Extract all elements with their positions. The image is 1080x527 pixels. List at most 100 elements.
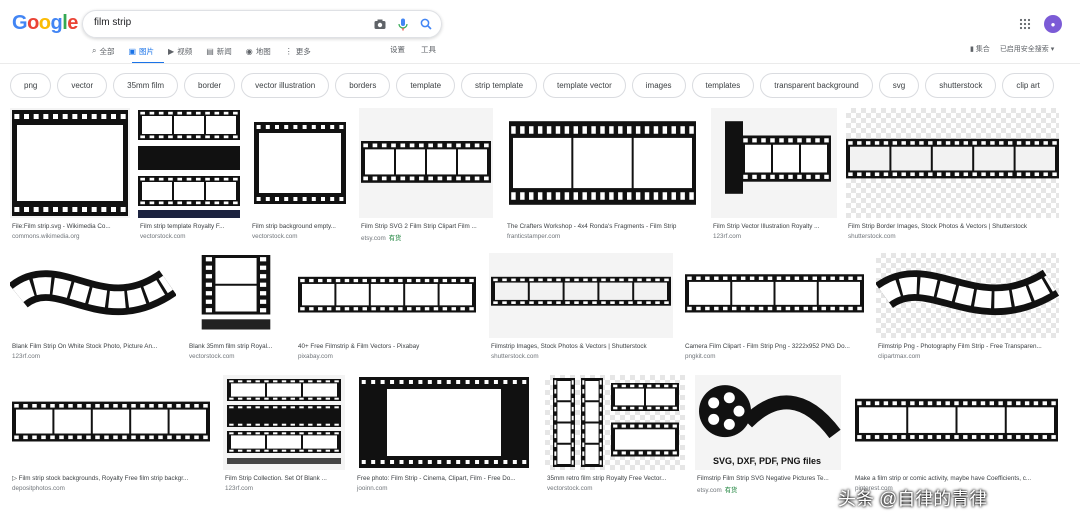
result-caption[interactable]: Film Strip Vector Illustration Royalty .…: [713, 223, 835, 230]
result-caption[interactable]: Film Strip Border Images, Stock Photos &…: [848, 223, 1057, 230]
image-result-card[interactable]: Blank 35mm film strip Royal... vectorstoc…: [187, 253, 285, 364]
chip[interactable]: 35mm film: [113, 73, 179, 98]
image-result-card[interactable]: Film Strip Border Images, Stock Photos &…: [846, 108, 1059, 244]
tools-link[interactable]: 工具: [421, 44, 436, 55]
result-caption[interactable]: Filmstrip Png - Photography Film Strip -…: [878, 343, 1057, 350]
result-caption[interactable]: Free photo: Film Strip - Cinema, Clipart…: [357, 475, 531, 482]
image-result-card[interactable]: Film strip background empty... vectorstoc…: [250, 108, 350, 244]
image-result-card[interactable]: Film Strip SVG 2 Film Strip Clipart Film…: [359, 108, 493, 244]
film-strip-image: [298, 276, 476, 313]
chip[interactable]: border: [184, 73, 236, 98]
result-caption[interactable]: File:Film strip.svg - Wikimedia Co...: [12, 223, 128, 230]
image-result-card[interactable]: ▷ Film strip stock backgrounds, Royalty …: [10, 375, 212, 496]
collections-link[interactable]: ▮ 集合: [970, 44, 990, 54]
result-thumbnail[interactable]: [296, 253, 478, 338]
chip[interactable]: png: [10, 73, 52, 98]
google-logo[interactable]: Google: [12, 12, 78, 35]
result-thumbnail[interactable]: [683, 253, 866, 338]
image-result-card[interactable]: 35mm retro film strip Royalty Free Vecto…: [545, 375, 685, 496]
result-caption[interactable]: 35mm retro film strip Royalty Free Vecto…: [547, 475, 683, 482]
image-result-card[interactable]: Filmstrip Images, Stock Photos & Vectors…: [489, 253, 673, 364]
chip[interactable]: vector: [57, 73, 108, 98]
tab-images[interactable]: ▣ 图片: [128, 44, 154, 58]
film-strip-image: [361, 141, 491, 183]
result-thumbnail[interactable]: [355, 375, 533, 470]
result-caption[interactable]: Film Strip SVG 2 Film Strip Clipart Film…: [361, 223, 491, 230]
result-caption[interactable]: Film strip background empty...: [252, 223, 348, 230]
image-result-card[interactable]: SVG, DXF, PDF, PNG files Filmstrip Film S…: [695, 375, 841, 496]
result-caption[interactable]: Filmstrip Images, Stock Photos & Vectors…: [491, 343, 671, 350]
result-source: franticstamper.com: [507, 233, 560, 240]
result-source: pngkit.com: [685, 353, 715, 360]
result-caption[interactable]: Make a film strip or comic activity, may…: [855, 475, 1058, 482]
chip[interactable]: template: [396, 73, 456, 98]
tab-videos[interactable]: ▶ 视频: [168, 44, 192, 58]
chip[interactable]: svg: [878, 73, 920, 98]
film-strip-image: [725, 121, 831, 194]
chip[interactable]: shutterstock: [925, 73, 997, 98]
image-result-card[interactable]: Camera Film Clipart - Film Strip Png - 3…: [683, 253, 866, 364]
image-result-card[interactable]: Make a film strip or comic activity, may…: [853, 375, 1060, 496]
camera-icon[interactable]: [373, 17, 387, 31]
result-thumbnail[interactable]: [359, 108, 493, 218]
tab-more[interactable]: ⋮ 更多: [285, 44, 311, 58]
image-result-card[interactable]: The Crafters Workshop - 4x4 Ronda's Frag…: [505, 108, 700, 244]
image-result-card[interactable]: Filmstrip Png - Photography Film Strip -…: [876, 253, 1059, 364]
safe-search-link[interactable]: 已启用安全搜索 ▾: [1000, 44, 1054, 54]
chip[interactable]: clip art: [1002, 73, 1054, 98]
result-caption[interactable]: Film Strip Collection. Set Of Blank ...: [225, 475, 343, 482]
image-result-card[interactable]: Blank Film Strip On White Stock Photo, P…: [10, 253, 176, 364]
chip[interactable]: template vector: [543, 73, 626, 98]
result-thumbnail[interactable]: [489, 253, 673, 338]
grid-apps-icon[interactable]: [1019, 17, 1031, 30]
result-thumbnail[interactable]: SVG, DXF, PDF, PNG files: [695, 375, 841, 470]
result-thumbnail[interactable]: [876, 253, 1059, 338]
chip[interactable]: borders: [335, 73, 391, 98]
result-source: pixabay.com: [298, 353, 333, 360]
result-thumbnail[interactable]: [138, 108, 240, 218]
image-result-card[interactable]: Film Strip Collection. Set Of Blank ... 1…: [223, 375, 345, 496]
result-thumbnail[interactable]: [545, 375, 685, 470]
image-result-card[interactable]: Film Strip Vector Illustration Royalty .…: [711, 108, 837, 244]
search-input[interactable]: [94, 17, 354, 28]
image-result-card[interactable]: File:Film strip.svg - Wikimedia Co... com…: [10, 108, 130, 244]
result-thumbnail[interactable]: [853, 375, 1060, 470]
image-result-card[interactable]: Free photo: Film Strip - Cinema, Clipart…: [355, 375, 533, 496]
tab-maps[interactable]: ◉ 地图: [246, 44, 271, 58]
settings-link[interactable]: 设置: [390, 44, 405, 55]
avatar[interactable]: ●: [1044, 15, 1062, 33]
chip[interactable]: strip template: [461, 73, 538, 98]
result-thumbnail[interactable]: [10, 375, 212, 470]
result-caption[interactable]: Filmstrip Film Strip SVG Negative Pictur…: [697, 475, 839, 482]
result-thumbnail[interactable]: [10, 108, 130, 218]
result-caption[interactable]: Blank Film Strip On White Stock Photo, P…: [12, 343, 174, 350]
result-thumbnail[interactable]: [223, 375, 345, 470]
result-thumbnail[interactable]: [187, 253, 285, 338]
result-thumbnail[interactable]: [250, 108, 350, 218]
video-icon: ▶: [168, 46, 175, 56]
tab-all[interactable]: ⌕ 全部: [92, 44, 114, 58]
result-caption[interactable]: Film strip template Royalty F...: [140, 223, 238, 230]
mic-icon[interactable]: [396, 17, 410, 31]
result-thumbnail[interactable]: [10, 253, 176, 338]
result-thumbnail[interactable]: [505, 108, 700, 218]
image-result-card[interactable]: 40+ Free Filmstrip & Film Vectors - Pixa…: [296, 253, 478, 364]
search-icon[interactable]: [419, 17, 433, 31]
result-caption[interactable]: The Crafters Workshop - 4x4 Ronda's Frag…: [507, 223, 698, 230]
chip[interactable]: templates: [691, 73, 755, 98]
result-caption[interactable]: ▷ Film strip stock backgrounds, Royalty …: [12, 475, 210, 482]
result-source: vectorstock.com: [189, 353, 235, 360]
chip[interactable]: images: [631, 73, 686, 98]
image-result-card[interactable]: Film strip template Royalty F... vectorst…: [138, 108, 240, 244]
film-strip-image: [201, 255, 271, 330]
result-source: etsy.com 有货: [361, 233, 401, 242]
result-thumbnail[interactable]: [711, 108, 837, 218]
result-caption[interactable]: Blank 35mm film strip Royal...: [189, 343, 283, 350]
result-thumbnail[interactable]: [846, 108, 1059, 218]
chip[interactable]: vector illustration: [241, 73, 330, 98]
chip[interactable]: transparent background: [760, 73, 873, 98]
watermark: 头条 @自律的青律: [838, 489, 988, 509]
tab-news[interactable]: ▤ 新闻: [206, 44, 232, 58]
result-caption[interactable]: 40+ Free Filmstrip & Film Vectors - Pixa…: [298, 343, 476, 350]
result-caption[interactable]: Camera Film Clipart - Film Strip Png - 3…: [685, 343, 864, 350]
